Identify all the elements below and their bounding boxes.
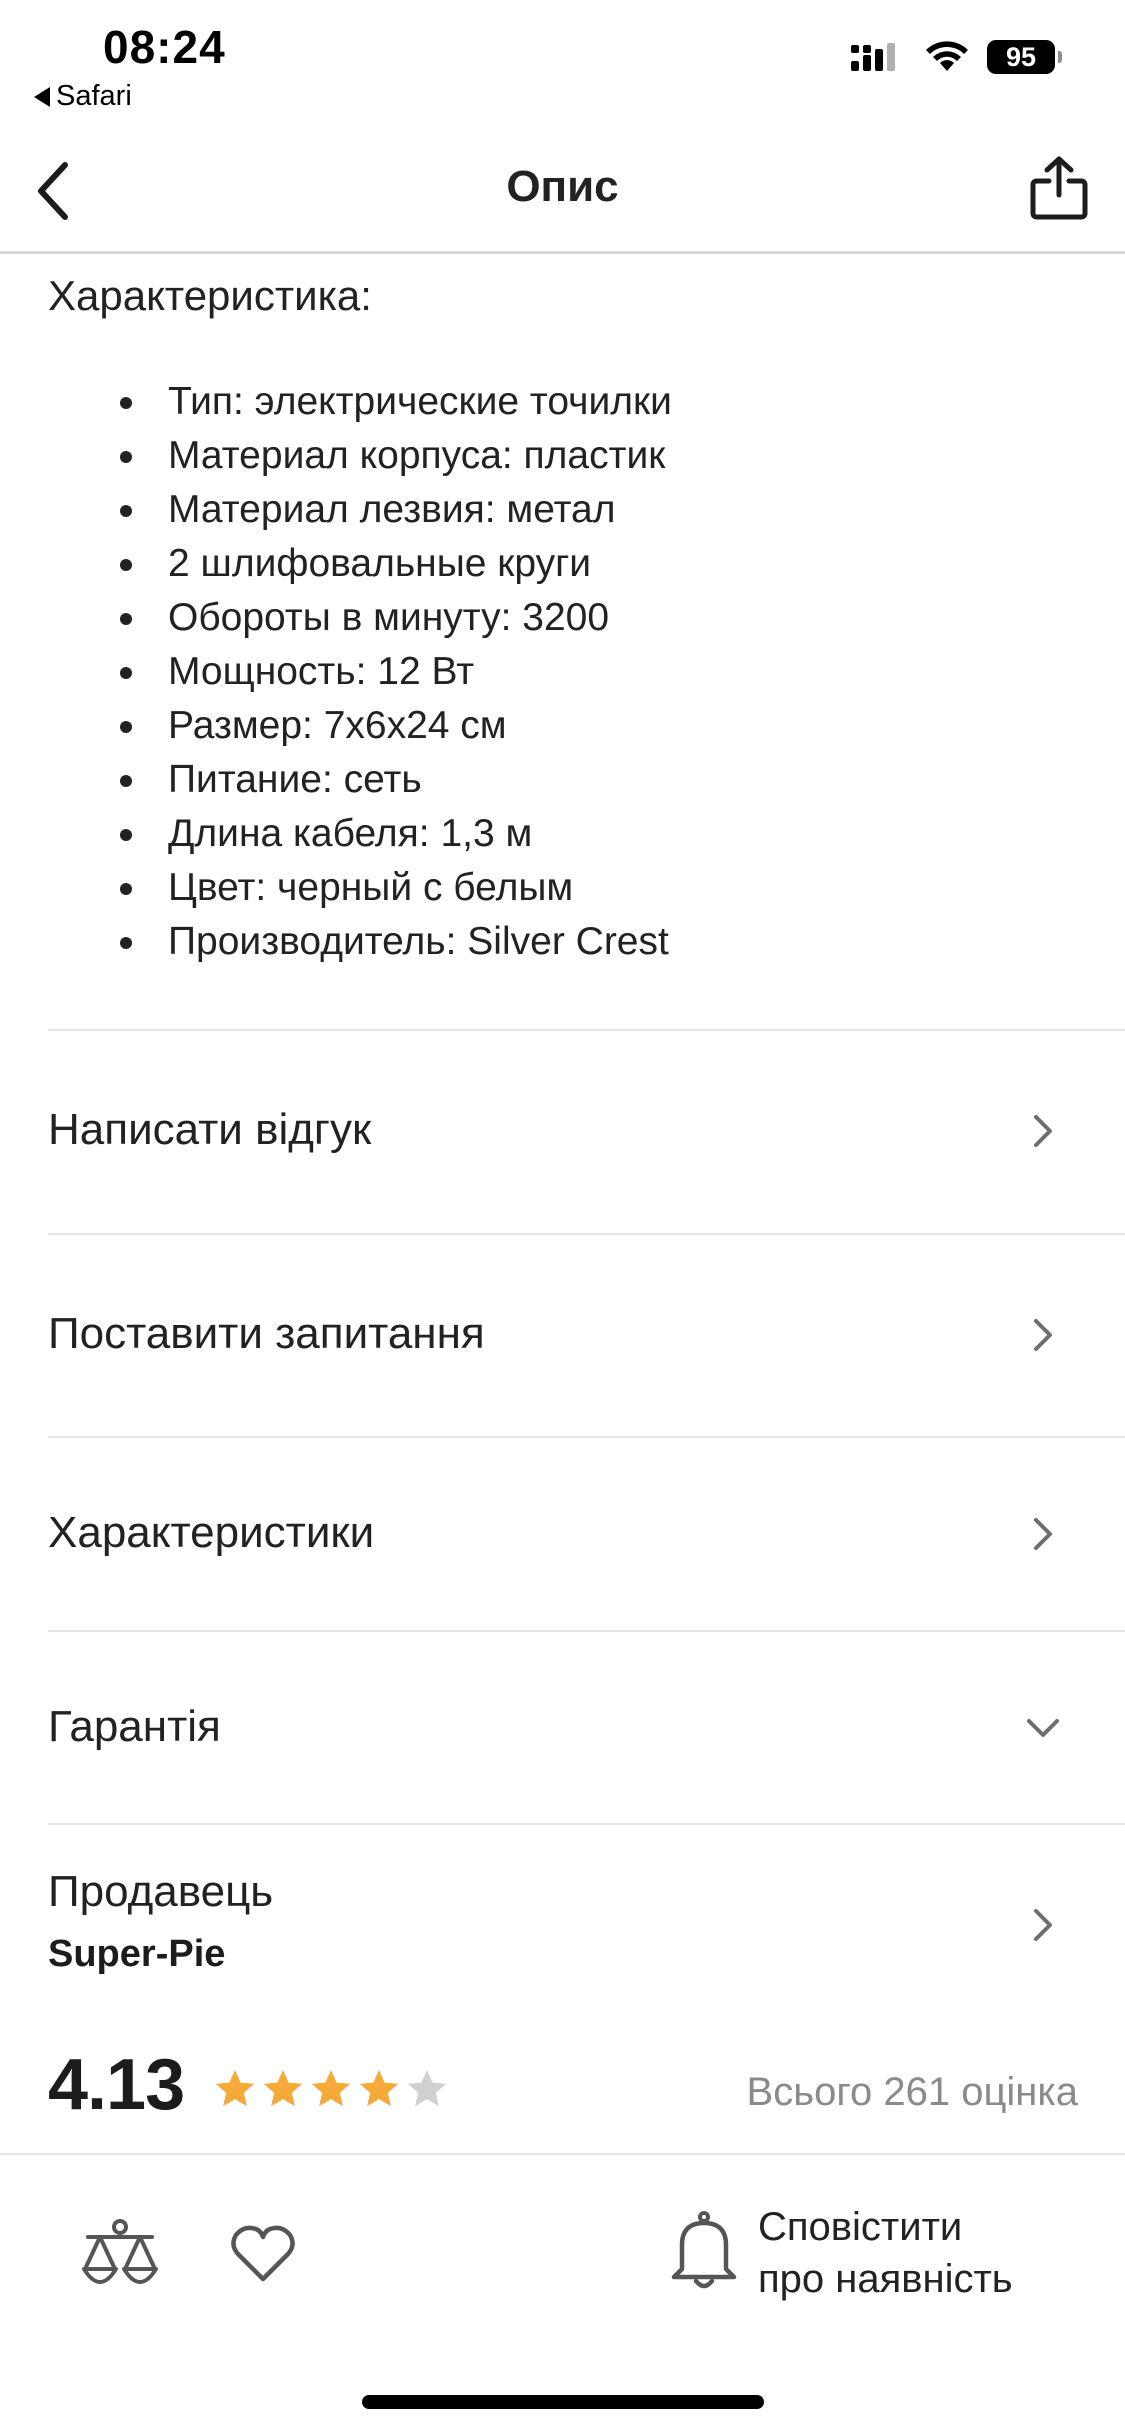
spec-item: Питание: сеть (120, 753, 672, 807)
star-filled-icon (263, 2069, 303, 2107)
favorite-button[interactable] (228, 2219, 298, 2289)
warranty-row[interactable]: Гарантія (48, 1630, 1125, 1823)
page-title: Опис (506, 162, 619, 211)
spec-item: 2 шлифовальные круги (120, 537, 672, 591)
chevron-right-icon (1023, 1514, 1063, 1554)
characteristics-label: Характеристики (48, 1508, 375, 1557)
ask-question-label: Поставити запитання (48, 1309, 485, 1358)
chevron-down-icon (1023, 1708, 1063, 1748)
chevron-right-icon (1023, 1315, 1063, 1355)
battery-icon: 95 (987, 40, 1062, 74)
spec-item: Тип: электрические точилки (120, 375, 672, 429)
spec-item: Размер: 7x6x24 см (120, 699, 672, 753)
back-to-safari-link[interactable]: Safari (34, 80, 132, 113)
star-empty-icon (407, 2069, 447, 2107)
rating-stars (212, 2066, 450, 2112)
spec-item: Длина кабеля: 1,3 м (120, 807, 672, 861)
battery-level: 95 (1005, 41, 1037, 72)
star-filled-icon (215, 2069, 255, 2107)
chevron-right-icon (1023, 1111, 1063, 1151)
share-button[interactable] (1021, 150, 1097, 226)
seller-row[interactable]: Продавець Super-Pie (48, 1823, 1125, 2023)
notify-line-1: Сповістити (758, 2205, 963, 2249)
home-indicator (362, 2395, 764, 2409)
share-icon (1030, 156, 1088, 220)
write-review-label: Написати відгук (48, 1105, 372, 1154)
bottom-action-bar: Сповістити про наявність (0, 2153, 1125, 2436)
seller-label: Продавець (48, 1867, 274, 1916)
heart-icon (231, 2225, 295, 2282)
star-filled-icon (359, 2069, 399, 2107)
warranty-label: Гарантія (48, 1702, 221, 1751)
spec-item: Материал корпуса: пластик (120, 429, 672, 483)
top-nav-bar: Опис (0, 130, 1125, 254)
chevron-right-icon (1023, 1905, 1063, 1945)
description-heading: Характеристика: (48, 272, 372, 319)
status-icons: 95 (851, 40, 1062, 74)
characteristics-row[interactable]: Характеристики (48, 1436, 1125, 1630)
compare-scales-icon (82, 2219, 158, 2284)
seller-name: Super-Pie (48, 1933, 226, 1975)
bell-icon (671, 2211, 737, 2289)
rating-count: Всього 261 оцінка (746, 2070, 1078, 2114)
status-time: 08:24 (103, 21, 226, 73)
rating-value: 4.13 (48, 2045, 185, 2125)
spec-item: Производитель: Silver Crest (120, 915, 672, 969)
spec-item: Материал лезвия: метал (120, 483, 672, 537)
spec-item: Обороты в минуту: 3200 (120, 591, 672, 645)
ask-question-row[interactable]: Поставити запитання (48, 1233, 1125, 1436)
spec-item: Мощность: 12 Вт (120, 645, 672, 699)
rating-summary[interactable]: 4.13 Всього 261 оцінка (48, 2040, 1078, 2140)
star-filled-icon (311, 2069, 351, 2107)
notify-availability-button[interactable]: Сповістити про наявність (670, 2201, 1090, 2311)
spec-item: Цвет: черный с белым (120, 861, 672, 915)
back-app-label: Safari (56, 80, 132, 112)
status-bar: 08:24 Safari 95 (0, 0, 1125, 130)
write-review-row[interactable]: Написати відгук (48, 1029, 1125, 1233)
compare-button[interactable] (78, 2217, 162, 2301)
signal-icon (851, 43, 895, 71)
wifi-icon (926, 41, 968, 71)
back-triangle-icon (34, 86, 50, 107)
spec-list: Тип: электрические точилки Материал корп… (120, 375, 672, 969)
notify-line-2: про наявність (758, 2257, 1013, 2301)
notify-label: Сповістити про наявність (758, 2201, 1013, 2305)
